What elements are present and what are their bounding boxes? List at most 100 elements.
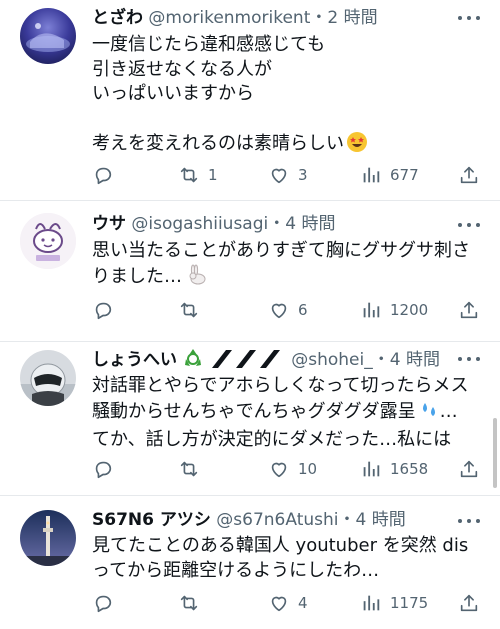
- tweet-line: 騒動からせんちゃでんちゃグダグダ露呈 …: [92, 399, 480, 429]
- like-count: 6: [298, 301, 308, 319]
- repost-button[interactable]: 1: [178, 163, 218, 187]
- more-icon[interactable]: [458, 216, 480, 234]
- views-count: 677: [390, 166, 419, 184]
- repost-button[interactable]: [178, 298, 200, 322]
- more-icon[interactable]: [458, 9, 480, 27]
- tweet-text: 一度信じたら違和感感じても 引き返せなくなる人が いっぱいいますから 考えを変え…: [92, 33, 480, 161]
- display-name[interactable]: しょうへい: [92, 350, 177, 370]
- views-icon: [363, 167, 380, 183]
- avatar[interactable]: [20, 213, 76, 269]
- tweet-line: 一度信じたら違和感感じても: [92, 34, 326, 55]
- reply-icon: [95, 595, 112, 613]
- tweet-line: りました…: [92, 264, 480, 294]
- avatar[interactable]: [20, 510, 76, 566]
- reply-button[interactable]: [92, 163, 114, 187]
- reply-icon: [95, 302, 112, 320]
- timestamp[interactable]: 2 時間: [327, 8, 377, 28]
- tweet-line: 対話罪とやらでアホらしくなって切ったらメス: [92, 375, 469, 396]
- repost-button[interactable]: [178, 591, 200, 615]
- reply-button[interactable]: [92, 298, 114, 322]
- tweet-line: 見てたことのある韓国人 youtuber を突然 dis: [92, 535, 469, 556]
- share-icon: [460, 166, 478, 184]
- tweet-3[interactable]: しょうへい @shohei_・4 時間 対話罪とやらでアホらしくなって切ったらメ…: [0, 342, 500, 495]
- tweet-line: ってから距離空けるようにしたわ…: [92, 559, 380, 581]
- repost-count: 1: [208, 166, 218, 184]
- views-button[interactable]: 1658: [360, 457, 428, 481]
- views-icon: [363, 302, 380, 318]
- tweet-actions: 6 1200: [92, 298, 480, 322]
- like-button[interactable]: 6: [268, 298, 308, 322]
- separator: ・: [268, 214, 286, 234]
- separator: ・: [372, 350, 390, 370]
- views-count: 1175: [390, 594, 429, 612]
- more-icon[interactable]: [458, 350, 480, 368]
- like-button[interactable]: 3: [268, 163, 308, 187]
- tweet-actions: 10 1658: [92, 457, 480, 481]
- heart-icon: [271, 168, 287, 184]
- handle[interactable]: @morikenmorikent: [148, 8, 310, 28]
- views-button[interactable]: 677: [360, 163, 419, 187]
- share-icon: [460, 301, 478, 319]
- share-button[interactable]: [458, 298, 480, 322]
- tweet-line: 引き返せなくなる人が: [92, 58, 272, 80]
- sweat-droplets-emoji-icon: [418, 399, 440, 429]
- tweet-line: [92, 107, 480, 132]
- avatar[interactable]: [20, 8, 76, 64]
- tweet-line: 考えを変えれるのは素晴らしい: [92, 131, 480, 161]
- striped-flag-icon: [210, 350, 286, 374]
- separator: ・: [310, 8, 328, 28]
- tweet-header: とざわ @morikenmorikent・2 時間: [92, 7, 456, 29]
- tweet-header: S67N6 アツシ @s67n6Atushi・4 時間: [92, 509, 456, 531]
- timestamp[interactable]: 4 時間: [390, 350, 440, 370]
- repost-icon: [180, 461, 198, 477]
- like-count: 4: [298, 594, 308, 612]
- share-button[interactable]: [458, 591, 480, 615]
- tweet-line-text: 考えを変えれるのは素晴らしい: [92, 133, 344, 154]
- handle[interactable]: @isogashiiusagi: [131, 214, 268, 234]
- timestamp[interactable]: 4 時間: [285, 214, 335, 234]
- like-count: 3: [298, 166, 308, 184]
- tweet-actions: 4 1175: [92, 591, 480, 615]
- handle[interactable]: @shohei_: [291, 350, 373, 370]
- tweet-line: てか、話し方が決定的にダメだった…私には: [92, 429, 452, 450]
- repost-icon: [180, 302, 198, 318]
- reply-icon: [95, 461, 112, 479]
- handle[interactable]: @s67n6Atushi: [216, 510, 338, 530]
- scrollbar[interactable]: [493, 418, 497, 488]
- tweet-header: しょうへい @shohei_・4 時間: [92, 347, 442, 375]
- tweet-text: 思い当たることがありすぎて胸にグサグサ刺さ りました…: [92, 239, 480, 293]
- repost-icon: [180, 167, 198, 183]
- views-icon: [363, 461, 380, 477]
- heart-icon: [271, 303, 287, 319]
- tweet-line: 思い当たることがありすぎて胸にグサグサ刺さ: [92, 240, 470, 261]
- more-icon[interactable]: [458, 512, 480, 530]
- avatar[interactable]: [20, 350, 76, 406]
- views-button[interactable]: 1200: [360, 298, 428, 322]
- share-button[interactable]: [458, 457, 480, 481]
- display-name[interactable]: とざわ: [92, 8, 143, 28]
- views-count: 1200: [390, 301, 429, 319]
- separator: ・: [338, 510, 356, 530]
- repost-icon: [180, 595, 198, 611]
- display-name[interactable]: S67N6 アツシ: [92, 510, 211, 530]
- tweet-4[interactable]: S67N6 アツシ @s67n6Atushi・4 時間 見てたことのある韓国人 …: [0, 496, 500, 629]
- share-button[interactable]: [458, 163, 480, 187]
- views-button[interactable]: 1175: [360, 591, 428, 615]
- tweet-header: ウサ @isogashiiusagi・4 時間: [92, 213, 456, 235]
- display-name[interactable]: ウサ: [92, 214, 126, 234]
- tweet-line-text: りました…: [92, 265, 182, 287]
- like-button[interactable]: 10: [268, 457, 317, 481]
- like-button[interactable]: 4: [268, 591, 308, 615]
- repost-button[interactable]: [178, 457, 200, 481]
- tweet-2[interactable]: ウサ @isogashiiusagi・4 時間 思い当たることがありすぎて胸にグ…: [0, 201, 500, 341]
- reply-icon: [95, 167, 112, 185]
- tweet-1[interactable]: とざわ @morikenmorikent・2 時間 一度信じたら違和感感じても …: [0, 0, 500, 200]
- share-icon: [460, 594, 478, 612]
- reply-button[interactable]: [92, 457, 114, 481]
- tweet-text: 対話罪とやらでアホらしくなって切ったらメス 騒動からせんちゃでんちゃグダグダ露呈…: [92, 374, 480, 453]
- heart-icon: [271, 596, 287, 612]
- star-struck-emoji-icon: [346, 131, 368, 161]
- reply-button[interactable]: [92, 591, 114, 615]
- timestamp[interactable]: 4 時間: [356, 510, 406, 530]
- views-icon: [363, 595, 380, 611]
